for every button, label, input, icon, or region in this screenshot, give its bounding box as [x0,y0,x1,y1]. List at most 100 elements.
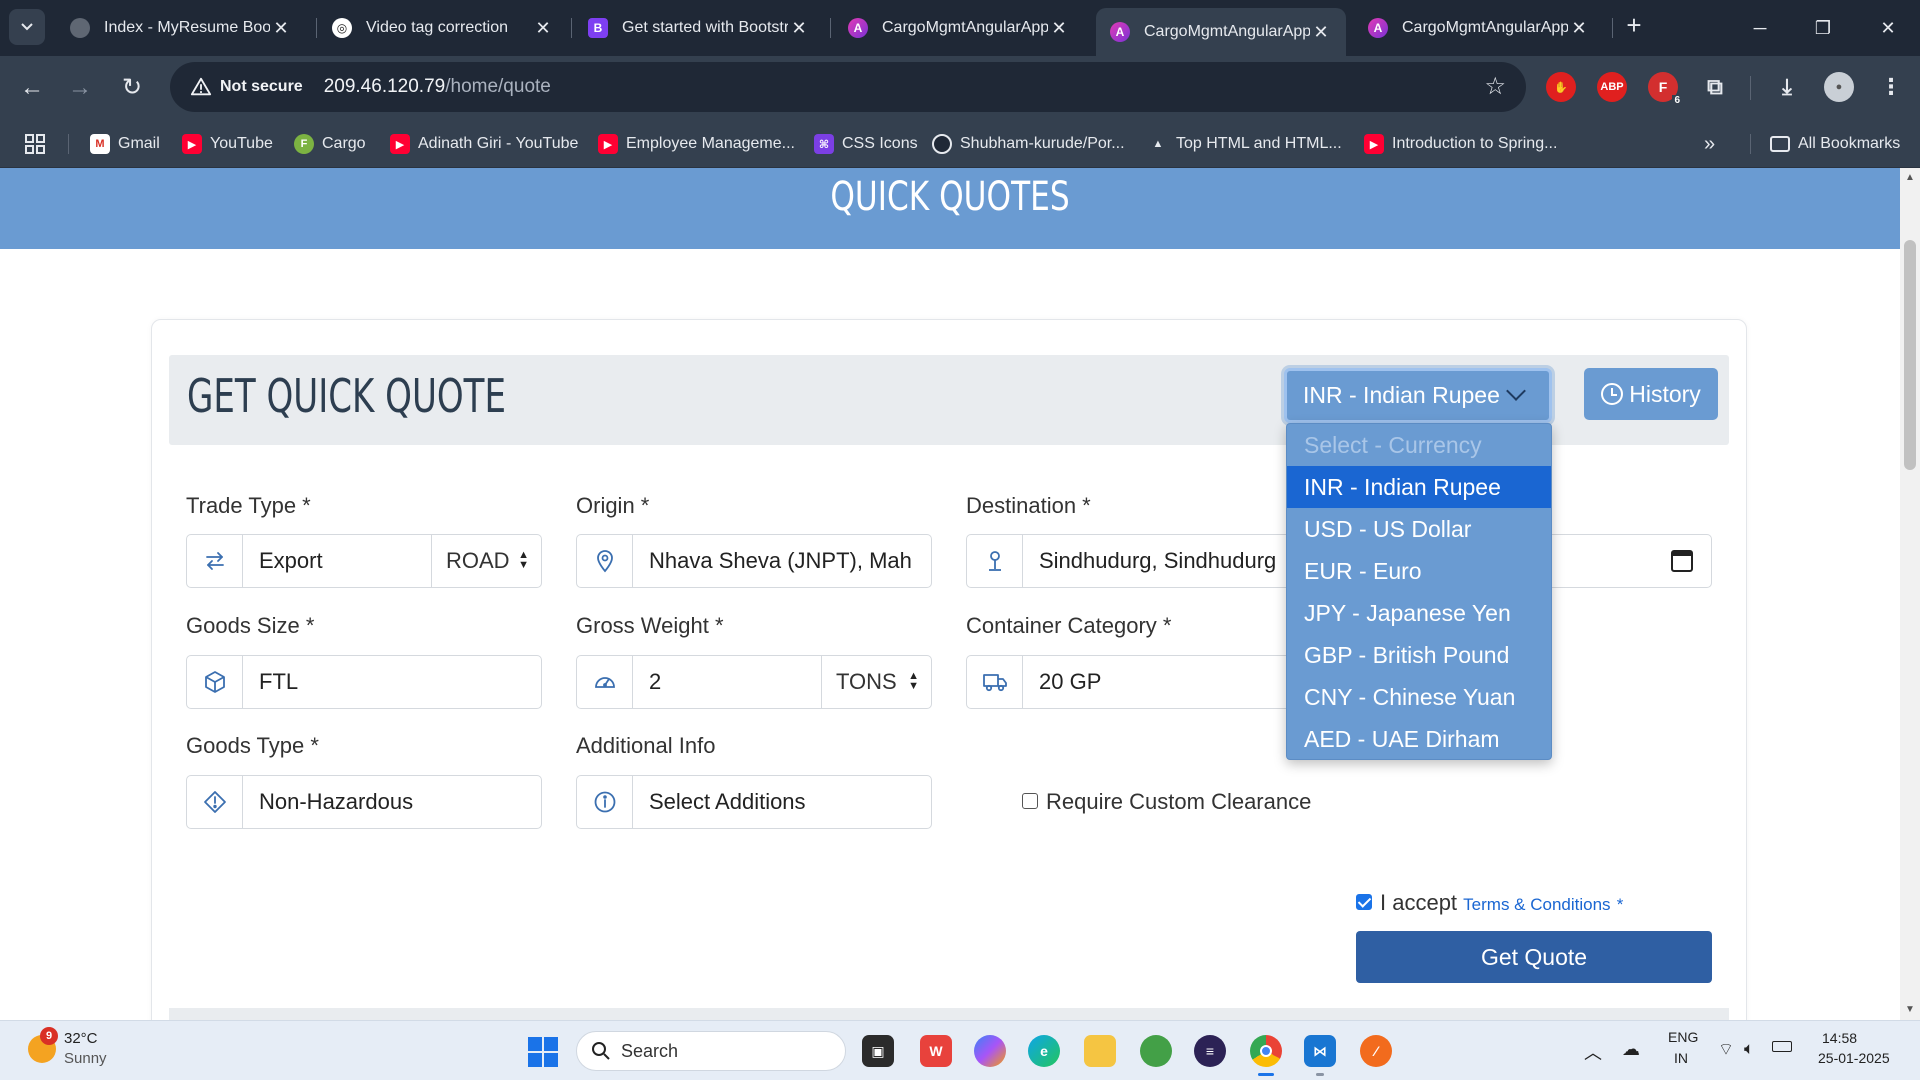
extension-badge-icon[interactable]: F6 [1648,72,1682,106]
currency-option-eur[interactable]: EUR - Euro [1287,550,1551,592]
currency-option-jpy[interactable]: JPY - Japanese Yen [1287,592,1551,634]
calendar-icon[interactable] [1671,550,1693,572]
custom-clearance-checkbox[interactable] [1022,793,1038,809]
download-icon[interactable]: ⤓ [1772,72,1802,102]
tab-title: CargoMgmtAngularApp [1402,19,1568,36]
language-bottom[interactable]: IN [1674,1050,1688,1066]
bookmark-gmail[interactable]: M Gmail [90,132,160,156]
url-text[interactable]: 209.46.120.79/home/quote [324,76,551,98]
currency-option-cny[interactable]: CNY - Chinese Yuan [1287,676,1551,718]
additional-info-select[interactable]: Select Additions [633,789,931,815]
browser-tab[interactable]: Index - MyResume Boot ✕ [56,8,306,48]
goods-type-select[interactable]: Non-Hazardous [243,789,541,815]
weight-unit-select[interactable]: TONS ▲ ▼ [821,656,931,708]
accept-terms-checkbox[interactable] [1356,894,1372,910]
trade-type-select[interactable]: Export [243,548,431,574]
close-tab-icon[interactable]: ✕ [270,18,292,39]
show-hidden-icons[interactable]: ︿ [1584,1039,1602,1065]
browser-tab[interactable]: B Get started with Bootstr ✕ [574,8,824,48]
new-tab-icon[interactable]: + [1620,12,1648,40]
clock-time[interactable]: 14:58 [1822,1030,1857,1046]
edge-icon[interactable]: e [1028,1035,1060,1067]
terms-conditions-link[interactable]: Terms & Conditions [1463,895,1610,914]
minimize-icon[interactable]: ─ [1740,10,1780,46]
bookmark-intro-spring[interactable]: ▶ Introduction to Spring... [1364,132,1557,156]
forward-arrow-icon[interactable]: → [62,70,98,106]
goods-size-select[interactable]: FTL [243,669,541,695]
weather-temp[interactable]: 32°C [64,1030,98,1047]
close-tab-icon[interactable]: ✕ [788,18,810,39]
currency-select[interactable]: INR - Indian Rupee [1284,368,1552,423]
currency-option-gbp[interactable]: GBP - British Pound [1287,634,1551,676]
adblock-extension-icon[interactable]: ABP [1597,72,1627,102]
more-bookmarks-icon[interactable]: » [1704,132,1715,156]
profile-avatar[interactable]: ● [1824,72,1854,102]
accept-prefix: I accept [1380,890,1458,915]
windows-start-icon[interactable] [528,1037,558,1067]
file-explorer-icon[interactable] [1084,1035,1116,1067]
destination-input[interactable]: Sindhudurg, Sindhudurg [1023,548,1289,574]
close-tab-icon[interactable]: ✕ [532,18,554,39]
bookmark-employee-management[interactable]: ▶ Employee Manageme... [598,132,795,156]
task-view-icon[interactable]: ▣ [862,1035,894,1067]
browser-tab[interactable]: ◎ Video tag correction ✕ [318,8,568,48]
bookmark-css-icons[interactable]: ⌘ CSS Icons [814,132,918,156]
taskbar-search[interactable]: Search [576,1031,846,1071]
close-tab-icon[interactable]: ✕ [1310,22,1332,43]
bookmark-youtube[interactable]: ▶ YouTube [182,132,273,156]
currency-option-usd[interactable]: USD - US Dollar [1287,508,1551,550]
origin-input[interactable]: Nhava Sheva (JNPT), Mah [633,548,931,574]
address-bar[interactable]: Not secure 209.46.120.79/home/quote ☆ [170,62,1526,112]
restore-icon[interactable]: ❐ [1803,10,1843,46]
vscode-icon[interactable]: ⋈ [1304,1035,1336,1067]
weather-desc[interactable]: Sunny [64,1050,107,1067]
container-category-select[interactable]: 20 GP [1023,669,1321,695]
bookmark-star-icon[interactable]: ☆ [1484,72,1506,101]
volume-icon[interactable]: 🔈︎ [1744,1039,1754,1059]
copilot-icon[interactable] [974,1035,1006,1067]
currency-option-inr[interactable]: INR - Indian Rupee [1287,466,1551,508]
gross-weight-input[interactable]: 2 [633,669,821,695]
page-scrollbar[interactable]: ▲ ▼ [1900,168,1920,1020]
additional-info-group: Select Additions [576,775,932,829]
bookmark-github[interactable]: Shubham-kurude/Por... [932,132,1125,156]
close-tab-icon[interactable]: ✕ [1568,18,1590,39]
eclipse-icon[interactable]: ≡ [1194,1035,1226,1067]
browser-tab[interactable]: A CargoMgmtAngularApp ✕ [834,8,1084,48]
scroll-up-icon[interactable]: ▲ [1904,172,1916,184]
all-bookmarks[interactable]: All Bookmarks [1770,132,1900,156]
youtube-icon: ▶ [598,134,618,154]
bookmark-cargo[interactable]: F Cargo [294,132,366,156]
bookmark-separator [68,134,69,154]
language-top[interactable]: ENG [1668,1029,1698,1045]
spring-tool-icon[interactable] [1140,1035,1172,1067]
close-window-icon[interactable]: ✕ [1868,10,1908,46]
close-tab-icon[interactable]: ✕ [1048,18,1070,39]
get-quote-button[interactable]: Get Quote [1356,931,1712,983]
wifi-icon[interactable]: ⌔ [1718,1039,1734,1060]
scroll-down-icon[interactable]: ▼ [1904,1004,1916,1016]
hand-extension-icon[interactable]: ✋ [1546,72,1576,102]
currency-option-aed[interactable]: AED - UAE Dirham [1287,718,1551,759]
reload-icon[interactable]: ↻ [114,70,150,106]
browser-tab[interactable]: A CargoMgmtAngularApp ✕ [1354,8,1604,48]
bookmark-top-html[interactable]: ▲ Top HTML and HTML... [1148,132,1342,156]
clock-date[interactable]: 25-01-2025 [1818,1050,1890,1066]
onedrive-icon[interactable]: ☁ [1622,1039,1640,1060]
transport-mode-select[interactable]: ROAD ▲ ▼ [431,535,541,587]
scroll-thumb[interactable] [1904,240,1916,470]
history-button[interactable]: History [1584,368,1718,420]
postman-icon[interactable]: ⁄ [1360,1035,1392,1067]
tab-search-button[interactable] [9,9,45,45]
security-indicator[interactable]: Not secure [180,69,314,105]
browser-menu-icon[interactable]: ⋮ [1876,72,1906,102]
browser-tab-active[interactable]: A CargoMgmtAngularApp ✕ [1096,8,1346,56]
windows-taskbar: 9 32°C Sunny Search ▣ W e ≡ ⋈ ⁄ ︿ ☁ ENG … [0,1020,1920,1080]
puzzle-extensions-icon[interactable]: ⧉ [1700,72,1730,102]
apps-grid-icon[interactable] [24,132,46,156]
bookmark-adinath-youtube[interactable]: ▶ Adinath Giri - YouTube [390,132,578,156]
chrome-icon[interactable] [1250,1035,1282,1067]
wps-office-icon[interactable]: W [920,1035,952,1067]
back-arrow-icon[interactable]: ← [14,70,50,106]
battery-icon[interactable] [1772,1041,1792,1052]
